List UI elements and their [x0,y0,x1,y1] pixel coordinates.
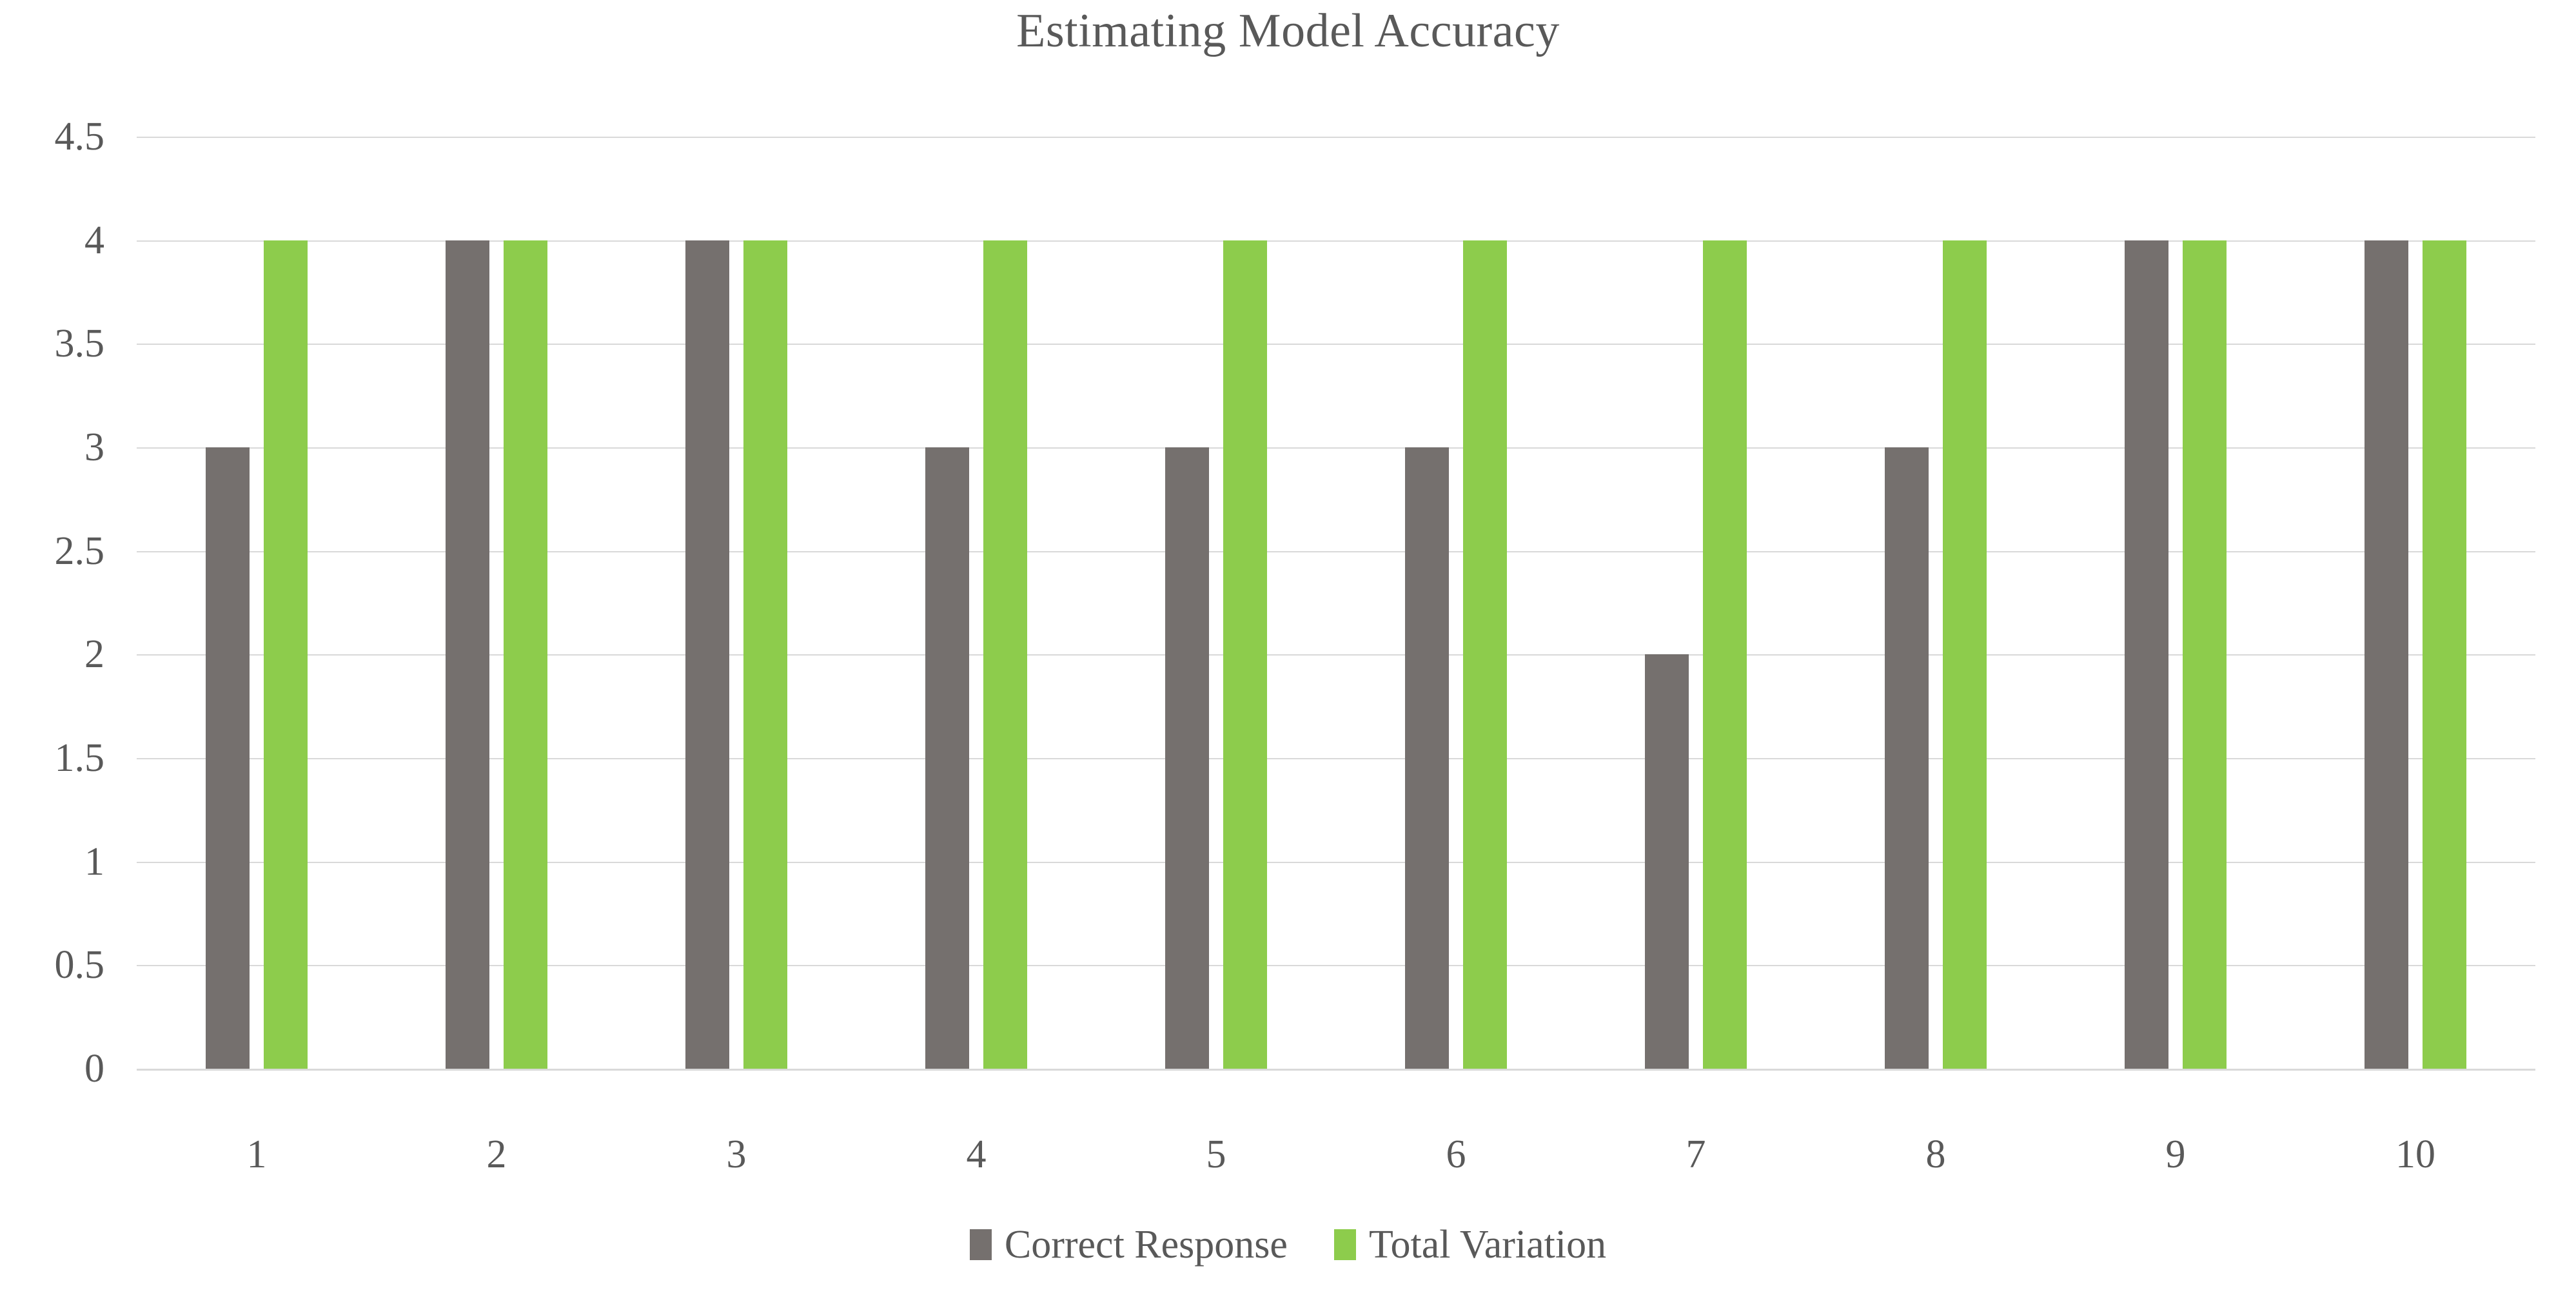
y-axis-tick-label: 0 [84,1047,104,1091]
y-axis-tick-label: 2 [84,632,104,677]
gridline [137,137,2535,138]
x-axis-tick-label: 2 [486,1133,507,1176]
plot-area [137,137,2535,1071]
bar [1703,240,1747,1069]
gridline [137,654,2535,656]
legend-item-label: Correct Response [1004,1223,1288,1267]
chart-container: Estimating Model Accuracy 0 0.5 1 1.5 2 2.5 3 3… [0,0,2576,1313]
y-axis-tick-label: 1.5 [54,736,105,780]
x-axis-tick-label: 3 [726,1133,747,1176]
x-axis-tick-label: 8 [1925,1133,1946,1176]
legend-swatch-icon [1333,1229,1356,1260]
bar [504,240,547,1069]
gridline [137,344,2535,345]
bar [2423,240,2466,1069]
x-axis-tick-label: 1 [246,1133,267,1176]
bar [206,447,250,1069]
legend-item[interactable]: Correct Response [969,1223,1288,1267]
gridline [137,861,2535,863]
bar [1943,240,1987,1069]
bar [1405,447,1449,1069]
x-axis-tick-label: 7 [1686,1133,1706,1176]
bar [1645,654,1689,1069]
gridline [137,240,2535,242]
bar [1165,447,1209,1069]
bar [1885,447,1929,1069]
legend-item-label: Total Variation [1368,1223,1607,1267]
legend-item[interactable]: Total Variation [1333,1223,1607,1267]
y-axis-tick-label: 3 [84,425,104,469]
y-axis-tick-label: 2.5 [54,529,105,573]
bar [1463,240,1507,1069]
gridline [137,550,2535,552]
gridline [137,758,2535,759]
gridline [137,1069,2535,1071]
bar [983,240,1027,1069]
gridline [137,447,2535,449]
legend-swatch-icon [969,1229,992,1260]
x-axis-tick-label: 10 [2395,1133,2435,1176]
bar [446,240,489,1069]
y-axis-tick-label: 0.5 [54,943,105,987]
bar [2365,240,2408,1069]
bar [685,240,729,1069]
bar [1223,240,1267,1069]
x-axis-tick-label: 9 [2165,1133,2186,1176]
x-axis-tick-label: 6 [1446,1133,1466,1176]
bar [743,240,787,1069]
y-axis-tick-label: 1 [84,839,104,884]
bar [2125,240,2168,1069]
x-axis-tick-label: 4 [966,1133,987,1176]
bar [264,240,308,1069]
chart-title: Estimating Model Accuracy [1016,5,1560,57]
bar [925,447,969,1069]
y-axis-tick-label: 4 [84,218,104,262]
gridline [137,965,2535,967]
chart-legend: Correct Response Total Variation [0,1225,2576,1265]
y-axis-tick-label: 4.5 [54,115,105,159]
x-axis-tick-label: 5 [1206,1133,1226,1176]
y-axis-tick-label: 3.5 [54,322,105,366]
bar [2183,240,2227,1069]
